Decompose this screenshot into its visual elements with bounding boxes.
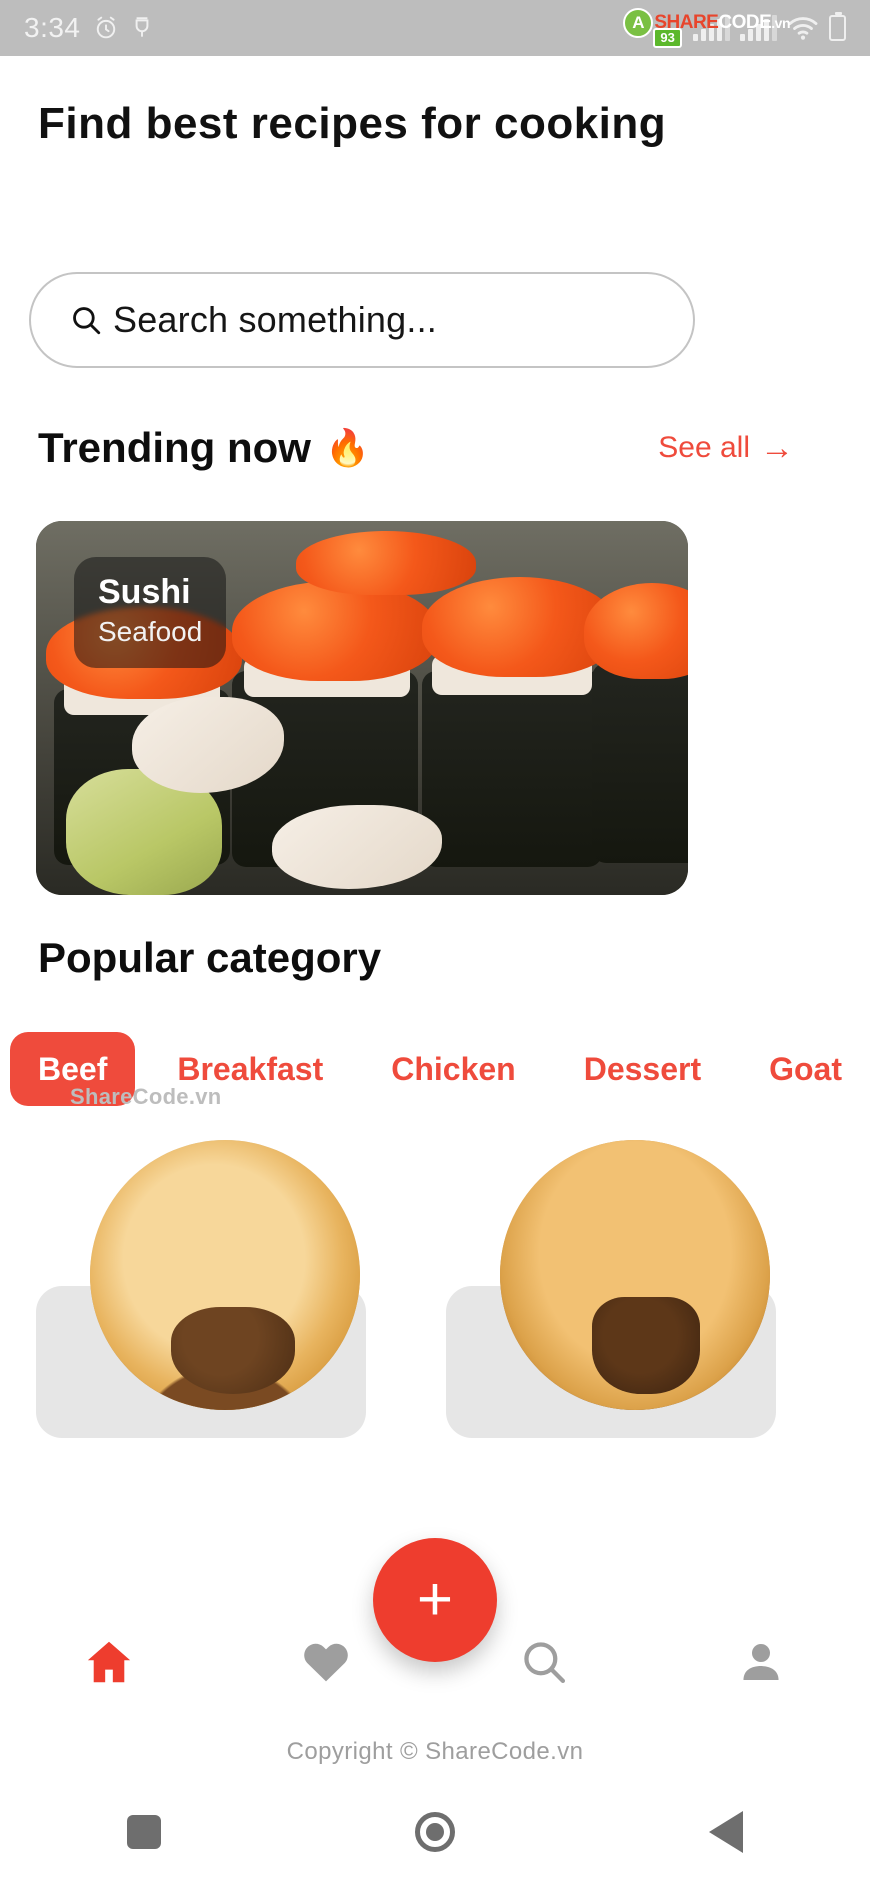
see-all-button[interactable]: See all → (658, 429, 794, 468)
arrow-right-icon: → (760, 428, 794, 467)
trending-card[interactable]: Sushi Seafood (36, 521, 688, 895)
person-icon (743, 1644, 779, 1680)
app-screen: 3:34 A SHARECODE.vn 93 Find best recipes… (0, 0, 870, 1884)
heart-icon (304, 1643, 349, 1682)
search-input[interactable]: Search something... (29, 272, 695, 368)
nav-item-profile[interactable] (653, 1604, 870, 1720)
trending-card-subtitle: Seafood (98, 616, 203, 648)
plus-icon: + (416, 1565, 454, 1634)
android-navigation-bar (0, 1780, 870, 1884)
sharecode-watermark-logo: A SHARECODE.vn 93 (623, 6, 790, 48)
category-chip-goat[interactable]: Goat (735, 1032, 870, 1106)
battery-level-badge: 93 (653, 28, 682, 48)
home-button[interactable] (415, 1812, 455, 1852)
status-time: 3:34 (24, 12, 81, 43)
sharecode-logo-mark: A (623, 8, 654, 38)
popular-category-title: Popular category (38, 934, 382, 981)
search-icon (73, 307, 101, 335)
page-title: Find best recipes for cooking (38, 99, 667, 148)
trending-title: Trending now (38, 424, 311, 471)
flame-icon: 🔥 (324, 427, 370, 468)
food-image[interactable] (500, 1140, 770, 1410)
see-all-label: See all (658, 431, 750, 464)
footer-watermark: Copyright © ShareCode.vn (286, 1738, 584, 1765)
status-bar: 3:34 A SHARECODE.vn 93 (0, 0, 870, 56)
category-chip-chicken[interactable]: Chicken (357, 1032, 549, 1106)
search-placeholder: Search something... (113, 299, 437, 340)
trending-header: Trending now 🔥 See all → (38, 424, 832, 472)
category-food-list (0, 1140, 870, 1438)
trending-card-badge: Sushi Seafood (74, 557, 227, 669)
food-image[interactable] (90, 1140, 360, 1410)
search-icon (524, 1642, 565, 1684)
category-chip-dessert[interactable]: Dessert (550, 1032, 735, 1106)
add-recipe-fab[interactable]: + (373, 1538, 497, 1662)
home-icon (87, 1641, 130, 1683)
battery-charging-icon (829, 12, 846, 41)
wifi-icon (788, 17, 818, 40)
status-bar-left: 3:34 (24, 12, 153, 44)
sharecode-watermark-chips: ShareCode.vn (70, 1084, 222, 1109)
trending-card-title: Sushi (98, 573, 191, 611)
alarm-clock-icon (96, 16, 115, 39)
usb-debug-icon (135, 17, 148, 37)
nav-item-home[interactable] (0, 1604, 218, 1720)
recents-button[interactable] (127, 1815, 161, 1849)
back-button[interactable] (709, 1811, 743, 1853)
